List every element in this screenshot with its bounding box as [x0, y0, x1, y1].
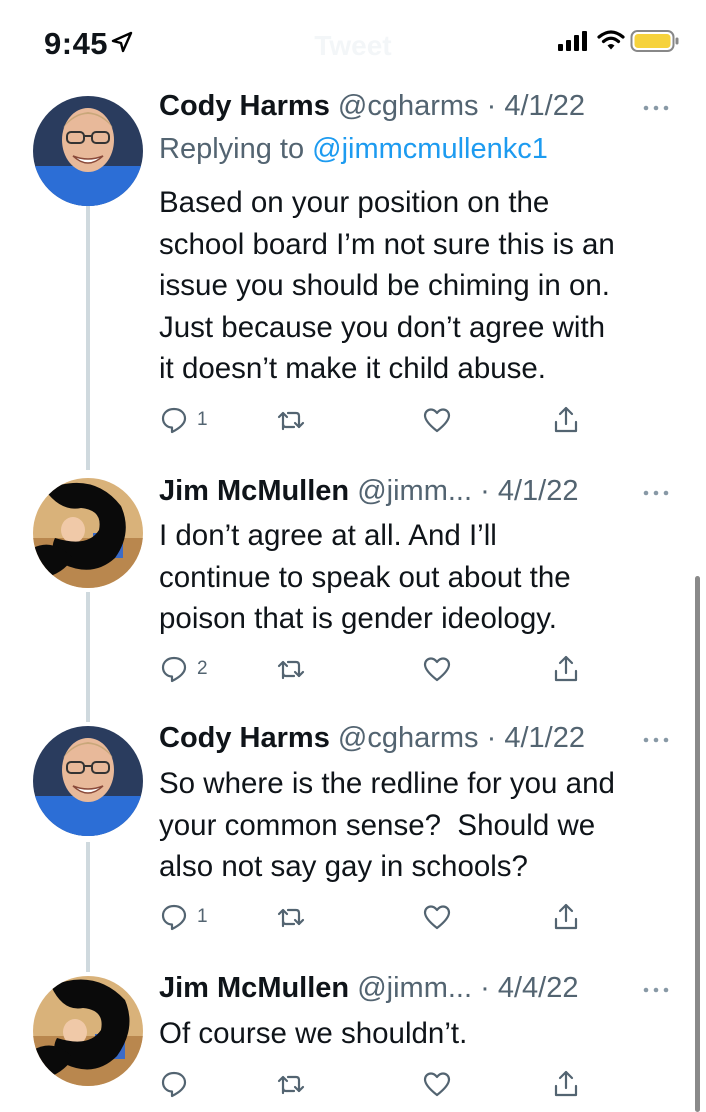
avatar-jim-redacted[interactable] [33, 976, 143, 1086]
heart-icon [423, 408, 451, 433]
more-options-icon[interactable] [640, 103, 672, 113]
reply-button[interactable]: 2 [159, 651, 208, 687]
tweet-header: Cody Harms @cgharms · 4/1/22 [159, 722, 585, 755]
replying-to: Replying to @jimmcmullenkc1 [159, 133, 548, 166]
tweet-text-line: also not say gay in schools? [159, 850, 528, 883]
cellular-signal-icon [558, 31, 587, 51]
author-name[interactable]: Cody Harms [159, 90, 330, 122]
replying-prefix: Replying to [159, 133, 313, 165]
tweet-text-line: your common sense? Should we [159, 808, 596, 842]
thread-line [86, 206, 90, 470]
avatar-photo [33, 96, 143, 206]
retweet-button[interactable] [276, 1066, 306, 1102]
retweet-button[interactable] [276, 899, 306, 935]
tweet-header: Cody Harms @cgharms · 4/1/22 [159, 90, 585, 123]
tweet-text-line: Of course we shouldn’t. [159, 1017, 468, 1050]
tweet-actions [159, 1066, 599, 1102]
avatar-photo [33, 976, 143, 1086]
tweet-text: So where is the redline for you and your… [159, 763, 679, 888]
share-button[interactable] [551, 899, 581, 935]
retweet-icon [277, 660, 305, 680]
status-bar: 9:45 Tweet [0, 0, 706, 88]
reply-icon [161, 656, 187, 683]
tweet-text: Of course we shouldn’t. [159, 1013, 679, 1055]
reply-count: 2 [197, 658, 208, 679]
header-separator: · [486, 722, 497, 754]
share-icon [554, 1070, 578, 1097]
tweet-date[interactable]: 4/1/22 [504, 90, 585, 122]
tweet-text-line: Just because you don’t agree with [159, 310, 606, 344]
share-icon [554, 406, 578, 433]
author-handle[interactable]: @cgharms [338, 90, 479, 122]
header-separator: · [480, 972, 490, 1004]
reply-icon [161, 904, 187, 931]
scrollbar[interactable] [695, 576, 700, 1112]
share-icon [554, 903, 578, 930]
tweet-text-line: I don’t agree at all. And I’ll [159, 519, 497, 552]
tweet-text-line: school board I’m not sure this is an [159, 227, 615, 261]
author-name[interactable]: Jim McMullen [159, 972, 349, 1004]
reply-button[interactable] [159, 1066, 197, 1102]
retweet-icon [277, 411, 305, 431]
avatar-photo [33, 726, 143, 836]
header-separator: · [486, 90, 497, 122]
tweet-header: Jim McMullen @jimm... · 4/4/22 [159, 972, 578, 1005]
share-icon [554, 655, 578, 682]
tweet-text: Based on your position on the school boa… [159, 182, 679, 390]
retweet-button[interactable] [276, 402, 306, 438]
avatar-photo [33, 478, 143, 588]
tweet-text-line: continue to speak out about the [159, 560, 571, 594]
more-options-icon[interactable] [640, 985, 672, 995]
tweet-text: I don’t agree at all. And I’ll continue … [159, 515, 679, 640]
tweet-date[interactable]: 4/4/22 [498, 972, 579, 1004]
share-button[interactable] [551, 402, 581, 438]
replying-mention-link[interactable]: @jimmcmullenkc1 [312, 133, 548, 165]
reply-button[interactable]: 1 [159, 402, 208, 438]
reply-count: 1 [197, 409, 208, 430]
thread-line [86, 592, 90, 722]
reply-button[interactable]: 1 [159, 899, 208, 935]
tweet-text-line: So where is the redline for you and [159, 767, 615, 800]
more-options-icon[interactable] [640, 488, 672, 498]
retweet-button[interactable] [276, 651, 306, 687]
avatar-cody[interactable] [33, 726, 143, 836]
avatar-cody[interactable] [33, 96, 143, 206]
reply-count: 1 [197, 906, 208, 927]
tweet-text-line: poison that is gender ideology. [159, 602, 557, 635]
like-button[interactable] [422, 402, 452, 438]
tweet-text-line: Based on your position on the [159, 186, 550, 219]
tweet-actions: 2 [159, 651, 599, 687]
more-options-icon[interactable] [640, 735, 672, 745]
tweet-header: Jim McMullen @jimm... · 4/1/22 [159, 475, 578, 508]
tweet-thread-screen: 9:45 Tweet Cody Harms @cgharms · 4/1/22 … [0, 0, 706, 1112]
tweet-actions: 1 [159, 899, 599, 935]
battery-icon [630, 30, 679, 52]
author-handle[interactable]: @cgharms [338, 722, 479, 754]
share-button[interactable] [551, 651, 581, 687]
wifi-icon [597, 30, 625, 50]
heart-icon [423, 657, 451, 682]
tweet-text-line: it doesn’t make it child abuse. [159, 352, 546, 385]
reply-icon [161, 1071, 187, 1098]
thread-line [86, 842, 90, 972]
avatar-jim-redacted[interactable] [33, 478, 143, 588]
author-handle[interactable]: @jimm... [357, 475, 472, 507]
tweet-actions: 1 [159, 402, 599, 438]
share-button[interactable] [551, 1066, 581, 1102]
like-button[interactable] [422, 651, 452, 687]
like-button[interactable] [422, 1066, 452, 1102]
author-name[interactable]: Jim McMullen [159, 475, 349, 507]
retweet-icon [277, 1075, 305, 1095]
header-separator: · [480, 475, 490, 507]
heart-icon [423, 905, 451, 930]
like-button[interactable] [422, 899, 452, 935]
author-name[interactable]: Cody Harms [159, 722, 330, 754]
author-handle[interactable]: @jimm... [357, 972, 472, 1004]
tweet-text-line: issue you should be chiming in on. [159, 269, 610, 302]
tweet-date[interactable]: 4/1/22 [498, 475, 579, 507]
tweet-date[interactable]: 4/1/22 [504, 722, 585, 754]
reply-icon [161, 407, 187, 434]
heart-icon [423, 1072, 451, 1097]
retweet-icon [277, 908, 305, 928]
